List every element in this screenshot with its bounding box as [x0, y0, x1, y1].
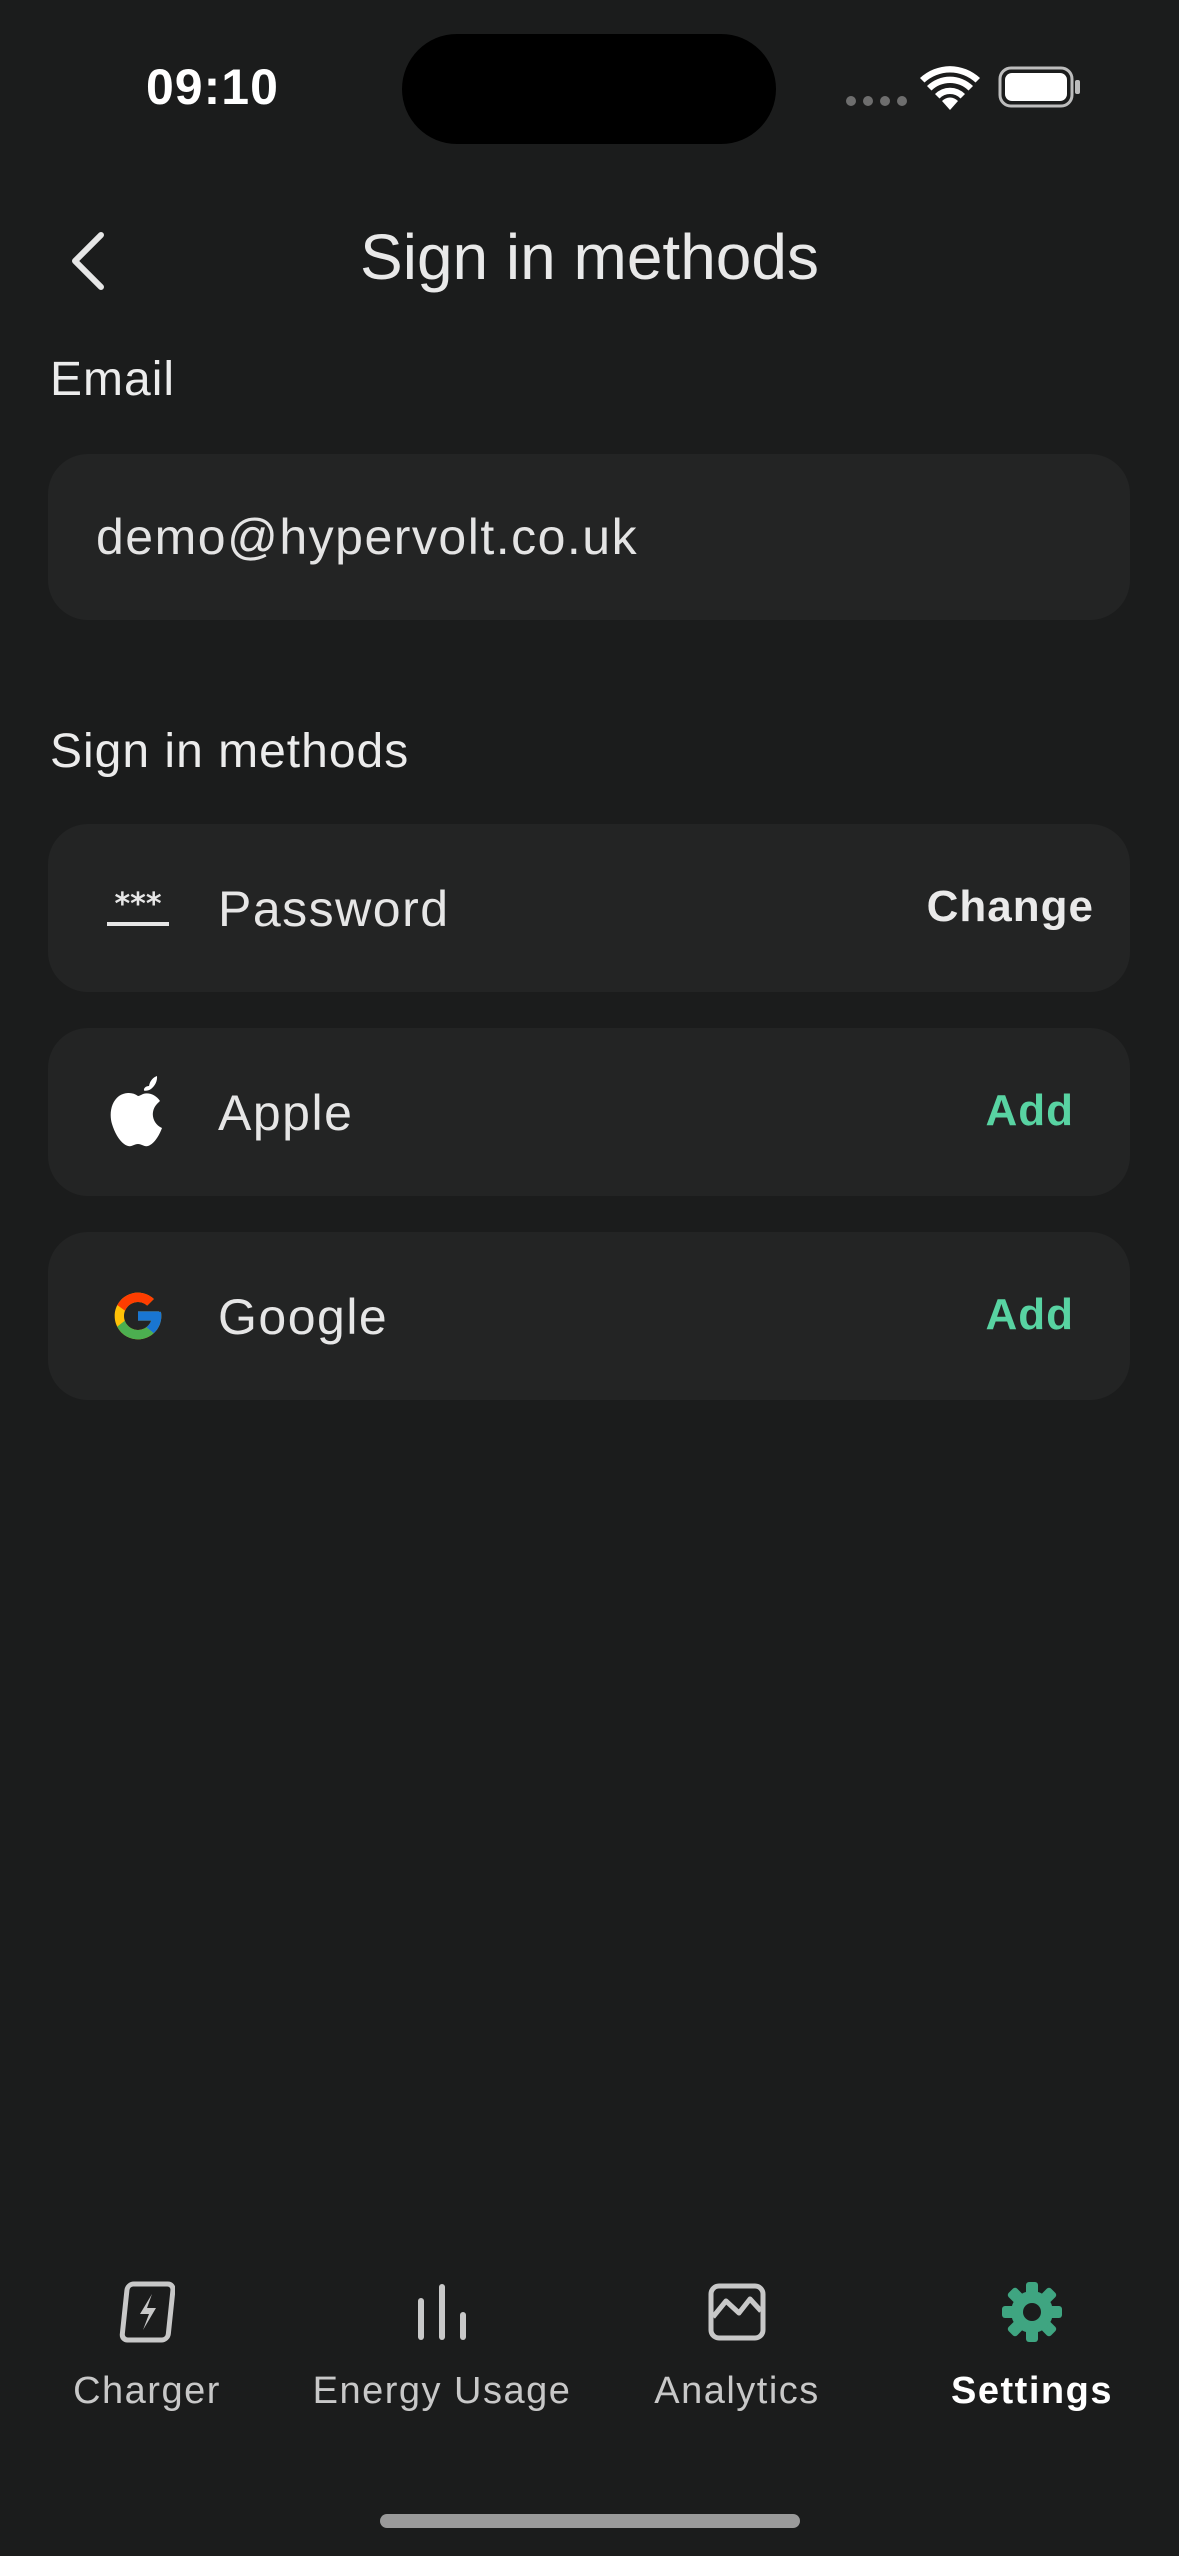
apple-label: Apple [218, 1085, 354, 1141]
sign-in-method-google: Google Add [48, 1232, 1130, 1400]
svg-text:***: *** [114, 888, 161, 922]
status-time: 09:10 [146, 59, 279, 115]
status-bar: 09:10 [0, 0, 1179, 160]
sign-in-method-apple: Apple Add [48, 1028, 1130, 1196]
apple-icon [98, 1072, 178, 1152]
nav-item-charger[interactable]: Charger [0, 2250, 297, 2430]
add-apple-button[interactable]: Add [985, 1086, 1074, 1136]
password-label: Password [218, 881, 450, 937]
sign-in-methods-label: Sign in methods [50, 725, 410, 778]
nav-label-energy-usage: Energy Usage [312, 2370, 572, 2412]
analytics-icon [697, 2272, 777, 2352]
battery-icon [998, 66, 1080, 108]
email-field: demo@hypervolt.co.uk [48, 454, 1130, 620]
home-indicator[interactable] [380, 2514, 800, 2528]
gear-icon [992, 2272, 1072, 2352]
sign-in-method-password: *** Password Change [48, 824, 1130, 992]
nav-label-settings: Settings [951, 2370, 1113, 2412]
nav-item-energy-usage[interactable]: Energy Usage [292, 2250, 592, 2430]
password-icon: *** [98, 868, 178, 948]
email-value: demo@hypervolt.co.uk [96, 509, 639, 565]
charger-icon [107, 2272, 187, 2352]
nav-item-settings[interactable]: Settings [882, 2250, 1179, 2430]
nav-item-analytics[interactable]: Analytics [587, 2250, 887, 2430]
wifi-icon [920, 66, 980, 110]
page-title: Sign in methods [360, 221, 819, 293]
google-icon [98, 1276, 178, 1356]
bottom-nav: Charger Energy Usage Analytics Settings [0, 2250, 1179, 2450]
nav-label-charger: Charger [73, 2370, 221, 2412]
email-section-label: Email [50, 353, 176, 406]
cellular-signal-icon [846, 96, 907, 106]
dynamic-island [402, 34, 776, 144]
nav-label-analytics: Analytics [654, 2370, 820, 2412]
add-google-button[interactable]: Add [985, 1290, 1074, 1340]
change-password-button[interactable]: Change [927, 882, 1094, 932]
energy-usage-icon [402, 2272, 482, 2352]
google-label: Google [218, 1289, 389, 1345]
